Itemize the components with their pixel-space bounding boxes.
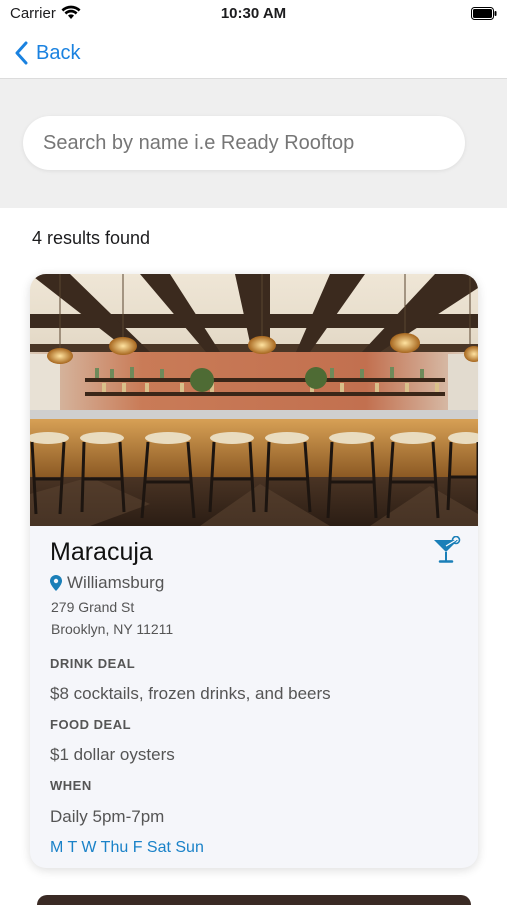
when-text: Daily 5pm-7pm (50, 807, 165, 826)
search-input[interactable] (23, 116, 465, 170)
venue-name: Maracuja (50, 538, 153, 566)
food-deal-text: $1 dollar oysters (50, 745, 175, 764)
days-of-week: M T W Thu F Sat Sun (50, 839, 204, 856)
next-venue-card[interactable] (37, 895, 471, 905)
status-time: 10:30 AM (220, 5, 287, 22)
status-bar: Carrier 10:30 AM (0, 0, 507, 28)
bar-photo (30, 274, 478, 526)
results-count: 4 results found (32, 228, 151, 248)
neighborhood: Williamsburg (50, 573, 164, 593)
venue-card[interactable]: Maracuja Williamsburg 279 Grand St Brook… (30, 274, 478, 868)
location-pin-icon (50, 575, 62, 591)
address-city: Brooklyn, NY 11211 (51, 621, 174, 637)
neighborhood-label: Williamsburg (67, 573, 165, 592)
battery-icon (471, 7, 497, 20)
search-region (0, 79, 507, 208)
drink-deal-label: DRINK DEAL (50, 656, 136, 671)
when-label: WHEN (50, 778, 92, 793)
back-label: Back (36, 41, 81, 64)
food-deal-label: FOOD DEAL (50, 717, 132, 732)
address-street: 279 Grand St (51, 599, 135, 615)
chevron-left-icon (15, 41, 28, 65)
drink-deal-text: $8 cocktails, frozen drinks, and beers (50, 684, 331, 703)
cocktail-icon[interactable] (432, 535, 462, 569)
back-button[interactable]: Back (14, 38, 80, 68)
navigation-bar: Back (0, 28, 507, 79)
